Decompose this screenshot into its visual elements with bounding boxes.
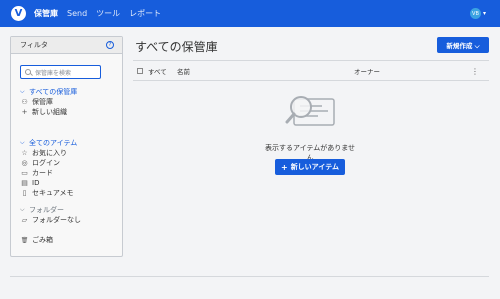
folders-label: フォルダー (29, 206, 64, 214)
chevron-down-icon: ▾ (482, 10, 486, 17)
all-items-label: 全てのアイテム (29, 139, 78, 147)
new-organization-link[interactable]: + 新しい組織 (20, 107, 77, 117)
page-title: すべての保管庫 (135, 40, 218, 54)
filter-login[interactable]: ◎ ログイン (20, 158, 77, 168)
vault-item-my-vault[interactable]: ⚇ 保管庫 (20, 97, 77, 107)
filter-favorites[interactable]: ☆ お気に入り (20, 148, 77, 158)
all-items-filter[interactable]: ⌵ 全てのアイテム (20, 138, 77, 148)
filters-panel: フィルタ ? 保管庫を検索 ⌵ すべての保管庫 ⚇ 保管庫 + 新しい組織 ⌵ … (10, 36, 123, 257)
filter-identity[interactable]: ▤ ID (20, 178, 77, 188)
all-vaults-label: すべての保管庫 (29, 88, 78, 96)
table-header: すべて 名前 オーナー ⋮ (137, 65, 489, 77)
folder-icon: ▱ (21, 216, 28, 224)
globe-icon: ◎ (21, 159, 28, 167)
chevron-down-icon: ⌵ (20, 139, 25, 146)
trash-label: ごみ箱 (32, 236, 53, 244)
filter-card[interactable]: ▭ カード (20, 168, 77, 178)
select-all-checkbox[interactable] (137, 68, 143, 74)
filter-label: ログイン (32, 159, 60, 167)
new-organization-label: 新しい組織 (32, 108, 67, 116)
vaults-group: ⌵ すべての保管庫 ⚇ 保管庫 + 新しい組織 (20, 87, 77, 117)
vault-search-input[interactable]: 保管庫を検索 (20, 65, 101, 79)
filter-label: お気に入り (32, 149, 67, 157)
logo-glyph: V (14, 7, 23, 19)
search-placeholder: 保管庫を検索 (35, 69, 72, 77)
filter-label: ID (32, 179, 40, 187)
filters-header: フィルタ ? (11, 37, 122, 54)
folders-filter[interactable]: ⌵ フォルダー (20, 205, 81, 215)
chevron-down-icon: ⌵ (20, 206, 25, 213)
new-item-button[interactable]: + 新しいアイテム (275, 159, 345, 175)
filter-secure-note[interactable]: ▯ セキュアメモ (20, 188, 77, 198)
folders-group: ⌵ フォルダー ▱ フォルダーなし (20, 205, 81, 225)
all-vaults-filter[interactable]: ⌵ すべての保管庫 (20, 87, 77, 97)
nav-reports[interactable]: レポート (129, 9, 161, 18)
bitwarden-logo[interactable]: V (11, 6, 26, 21)
empty-vault-illustration-icon (285, 96, 335, 126)
new-button[interactable]: 新規作成 ⌵ (437, 37, 489, 53)
more-options-icon[interactable]: ⋮ (471, 67, 479, 76)
id-card-icon: ▤ (21, 179, 28, 187)
trash-icon: 🗑 (20, 236, 29, 244)
star-icon: ☆ (21, 149, 28, 157)
filter-no-folder[interactable]: ▱ フォルダーなし (20, 215, 81, 225)
plus-icon: + (21, 108, 28, 116)
table-divider (133, 80, 489, 81)
trash-group: 🗑 ごみ箱 (20, 235, 53, 245)
account-menu[interactable]: VB ▾ (469, 8, 486, 19)
user-icon: ⚇ (21, 98, 28, 106)
header-divider (133, 60, 489, 61)
column-all[interactable]: すべて (148, 66, 177, 76)
note-icon: ▯ (22, 189, 27, 197)
search-icon (25, 69, 31, 75)
card-icon: ▭ (21, 169, 28, 177)
filter-label: セキュアメモ (32, 189, 74, 197)
column-owner: オーナー (354, 68, 380, 76)
filter-trash[interactable]: 🗑 ごみ箱 (20, 235, 53, 245)
plus-icon: + (280, 162, 288, 172)
nav-tools[interactable]: ツール (96, 9, 120, 18)
footer-divider (10, 276, 489, 277)
nav-send[interactable]: Send (67, 9, 87, 18)
chevron-down-icon: ⌵ (20, 88, 25, 95)
items-group: ⌵ 全てのアイテム ☆ お気に入り ◎ ログイン ▭ カード ▤ ID ▯ セキ… (20, 138, 77, 198)
filter-label: フォルダーなし (32, 216, 81, 224)
filter-label: カード (32, 169, 53, 177)
avatar: VB (469, 8, 481, 19)
help-icon[interactable]: ? (106, 41, 114, 49)
vault-item-label: 保管庫 (32, 98, 53, 106)
new-item-label: 新しいアイテム (290, 163, 339, 171)
top-navbar: V 保管庫 Send ツール レポート VB ▾ (0, 0, 500, 27)
filters-title: フィルタ (20, 41, 48, 49)
nav-vault[interactable]: 保管庫 (34, 9, 58, 18)
column-name: 名前 (177, 68, 190, 76)
